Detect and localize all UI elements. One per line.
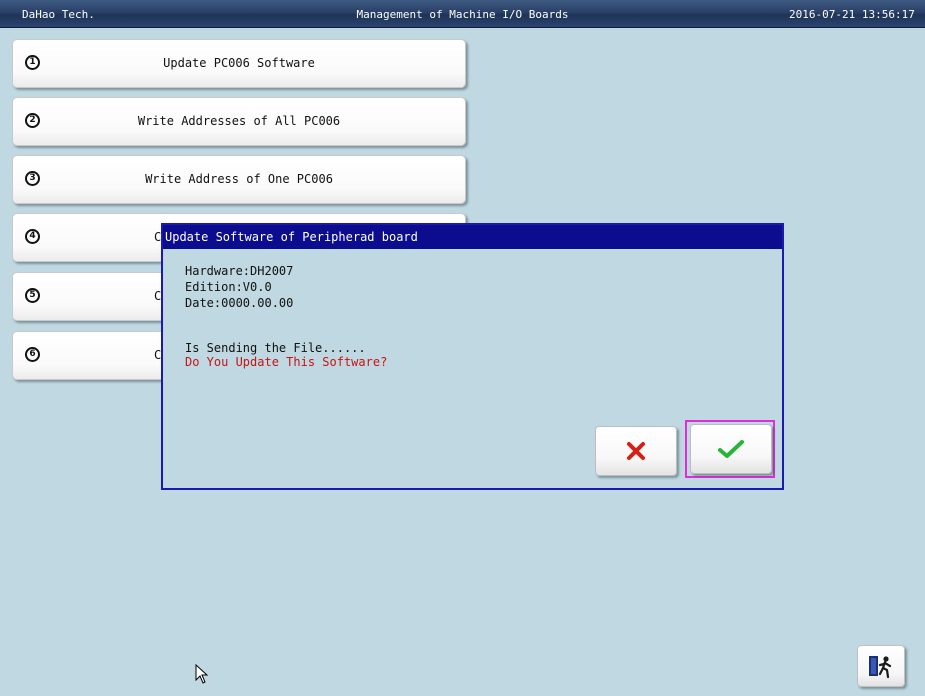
hardware-text: Hardware:DH2007	[185, 264, 294, 278]
update-pc006-software-button[interactable]: 1 Update PC006 Software	[12, 39, 466, 88]
title-bar: DaHao Tech. Management of Machine I/O Bo…	[0, 0, 925, 28]
mouse-pointer-icon	[195, 664, 209, 684]
write-addresses-all-pc006-button[interactable]: 2 Write Addresses of All PC006	[12, 97, 466, 146]
update-software-dialog: Update Software of Peripherad board Hard…	[161, 223, 784, 490]
dialog-message: Is Sending the File...... Do You Update …	[185, 341, 387, 369]
selected-outline	[685, 420, 775, 478]
window-title: Management of Machine I/O Boards	[356, 8, 569, 21]
menu-button-label: Write Address of One PC006	[145, 172, 333, 186]
number-5-icon: 5	[25, 288, 40, 303]
green-check-icon	[718, 440, 744, 458]
dialog-title: Update Software of Peripherad board	[165, 230, 418, 244]
red-x-icon	[627, 442, 645, 460]
number-4-icon: 4	[25, 229, 40, 244]
menu-button-label: Write Addresses of All PC006	[137, 114, 341, 128]
edition-text: Edition:V0.0	[185, 280, 272, 294]
cancel-button[interactable]	[595, 426, 677, 476]
dialog-title-bar: Update Software of Peripherad board	[163, 225, 782, 249]
exit-button[interactable]	[857, 645, 905, 687]
confirm-button[interactable]	[690, 424, 772, 474]
number-6-icon: 6	[25, 347, 40, 362]
date-time: 2016-07-21 13:56:17	[789, 8, 915, 21]
exit-door-icon	[869, 656, 892, 679]
board-info: Hardware:DH2007 Edition:V0.0 Date:0000.0…	[185, 263, 293, 311]
date-text: Date:0000.00.00	[185, 296, 294, 310]
status-text: Is Sending the File......	[185, 341, 366, 355]
confirm-question: Do You Update This Software?	[185, 355, 388, 369]
write-address-one-pc006-button[interactable]: 3 Write Address of One PC006	[12, 155, 466, 204]
menu-button-label: Update PC006 Software	[163, 56, 315, 70]
